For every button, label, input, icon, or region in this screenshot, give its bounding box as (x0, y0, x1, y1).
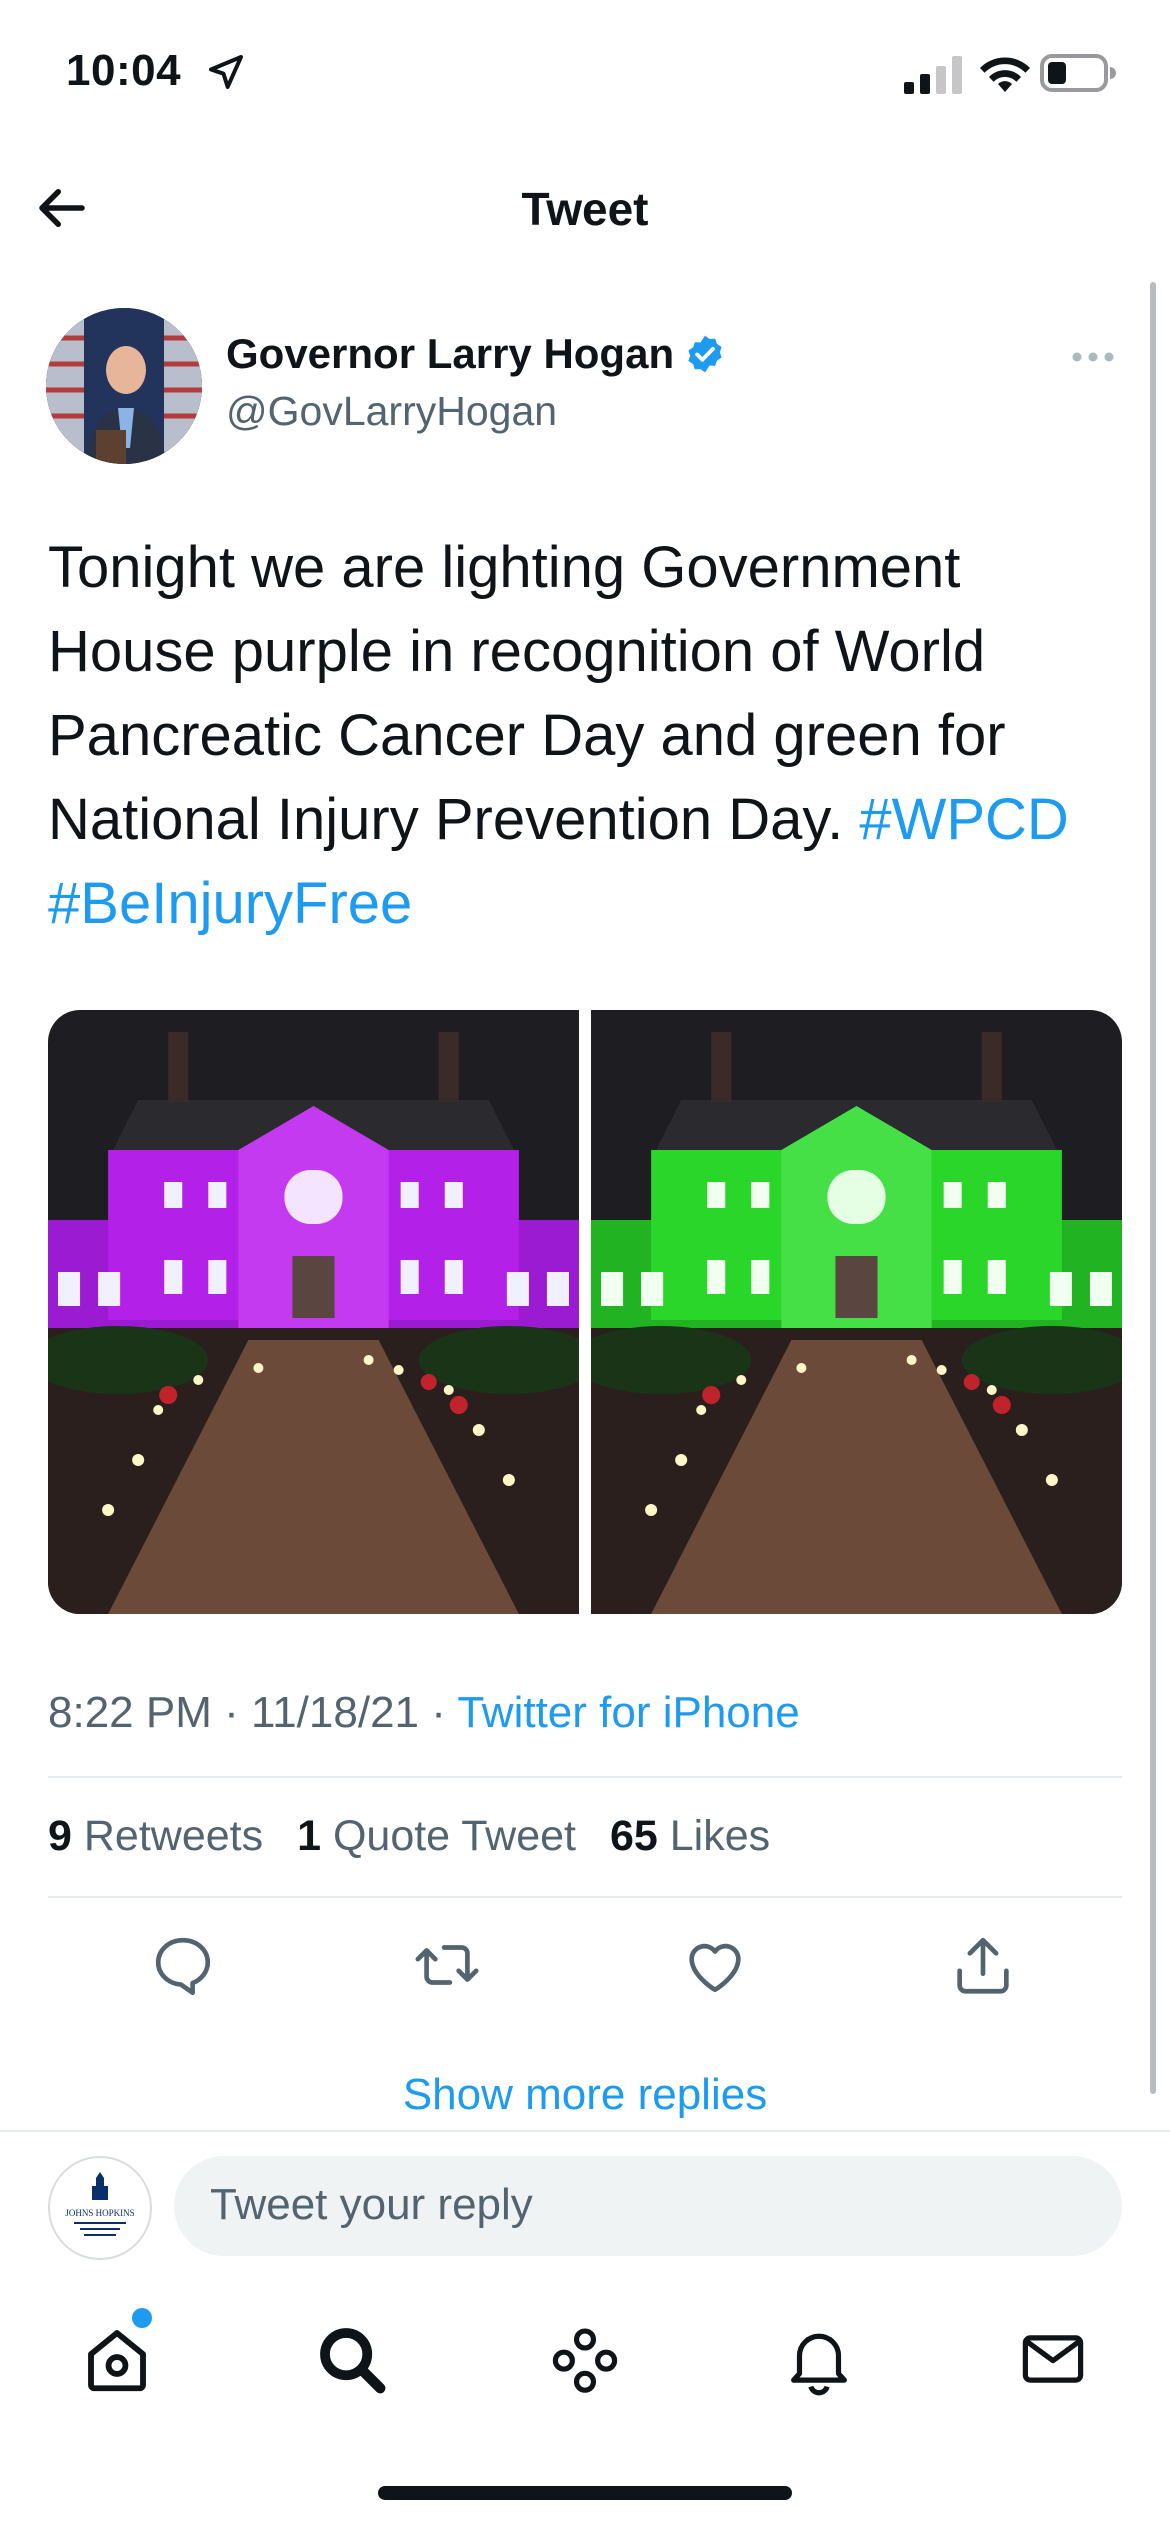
quotes-stat[interactable]: 1 Quote Tweet (297, 1812, 576, 1860)
author-name[interactable]: Governor Larry Hogan (226, 330, 674, 378)
tweet-stats: 9 Retweets 1 Quote Tweet 65 Likes (48, 1812, 770, 1861)
retweet-icon[interactable] (412, 1930, 482, 2000)
photo-green-house[interactable] (570, 1010, 1122, 1614)
messages-icon[interactable] (1014, 2320, 1092, 2398)
divider (48, 1776, 1122, 1778)
cell-signal-icon (904, 56, 962, 94)
like-icon[interactable] (680, 1930, 750, 2000)
page-title: Tweet (521, 183, 649, 235)
wifi-icon (980, 57, 1030, 92)
notification-dot (132, 2308, 152, 2328)
spaces-icon[interactable] (546, 2320, 624, 2398)
author-avatar[interactable] (46, 308, 202, 464)
meta-separator: · (431, 1688, 446, 1737)
meta-separator: · (224, 1688, 239, 1737)
divider (48, 1896, 1122, 1898)
tweet-media (48, 1010, 1122, 1614)
author-name-row[interactable]: Governor Larry Hogan (226, 330, 726, 378)
user-avatar-text: JOHNS HOPKINS (65, 2208, 134, 2218)
home-indicator (378, 2486, 792, 2500)
likes-stat[interactable]: 65 Likes (610, 1812, 770, 1860)
divider (0, 2130, 1170, 2132)
more-options-icon[interactable] (1070, 344, 1116, 370)
location-arrow-icon (209, 55, 243, 89)
reply-icon[interactable] (148, 1930, 218, 2000)
tweet-source[interactable]: Twitter for iPhone (457, 1688, 799, 1737)
notifications-icon[interactable] (780, 2320, 858, 2398)
tweet-text: Tonight we are lighting Government House… (48, 526, 1128, 946)
show-more-replies-link[interactable]: Show more replies (0, 2070, 1170, 2120)
status-time: 10:04 (66, 46, 182, 95)
share-icon[interactable] (948, 1930, 1018, 2000)
user-avatar[interactable]: JOHNS HOPKINS (48, 2156, 152, 2260)
tweet-meta: 8:22 PM · 11/18/21 · Twitter for iPhone (48, 1688, 800, 1738)
retweets-stat[interactable]: 9 Retweets (48, 1812, 263, 1860)
photo-purple-house[interactable] (48, 1010, 600, 1614)
author-handle[interactable]: @GovLarryHogan (226, 388, 557, 435)
tweet-date: 11/18/21 (251, 1688, 420, 1737)
reply-placeholder: Tweet your reply (210, 2180, 533, 2229)
tweet-time: 8:22 PM (48, 1688, 212, 1737)
battery-icon (1040, 54, 1116, 92)
retweets-count: 9 (48, 1812, 72, 1860)
search-icon[interactable] (312, 2320, 390, 2398)
likes-label: Likes (669, 1812, 771, 1860)
quotes-label: Quote Tweet (332, 1812, 576, 1860)
verified-badge-icon (688, 335, 722, 373)
likes-count: 65 (609, 1812, 658, 1860)
quotes-count: 1 (297, 1812, 321, 1860)
retweets-label: Retweets (83, 1812, 264, 1860)
home-icon[interactable] (78, 2320, 156, 2398)
scrollbar[interactable] (1150, 282, 1156, 2094)
